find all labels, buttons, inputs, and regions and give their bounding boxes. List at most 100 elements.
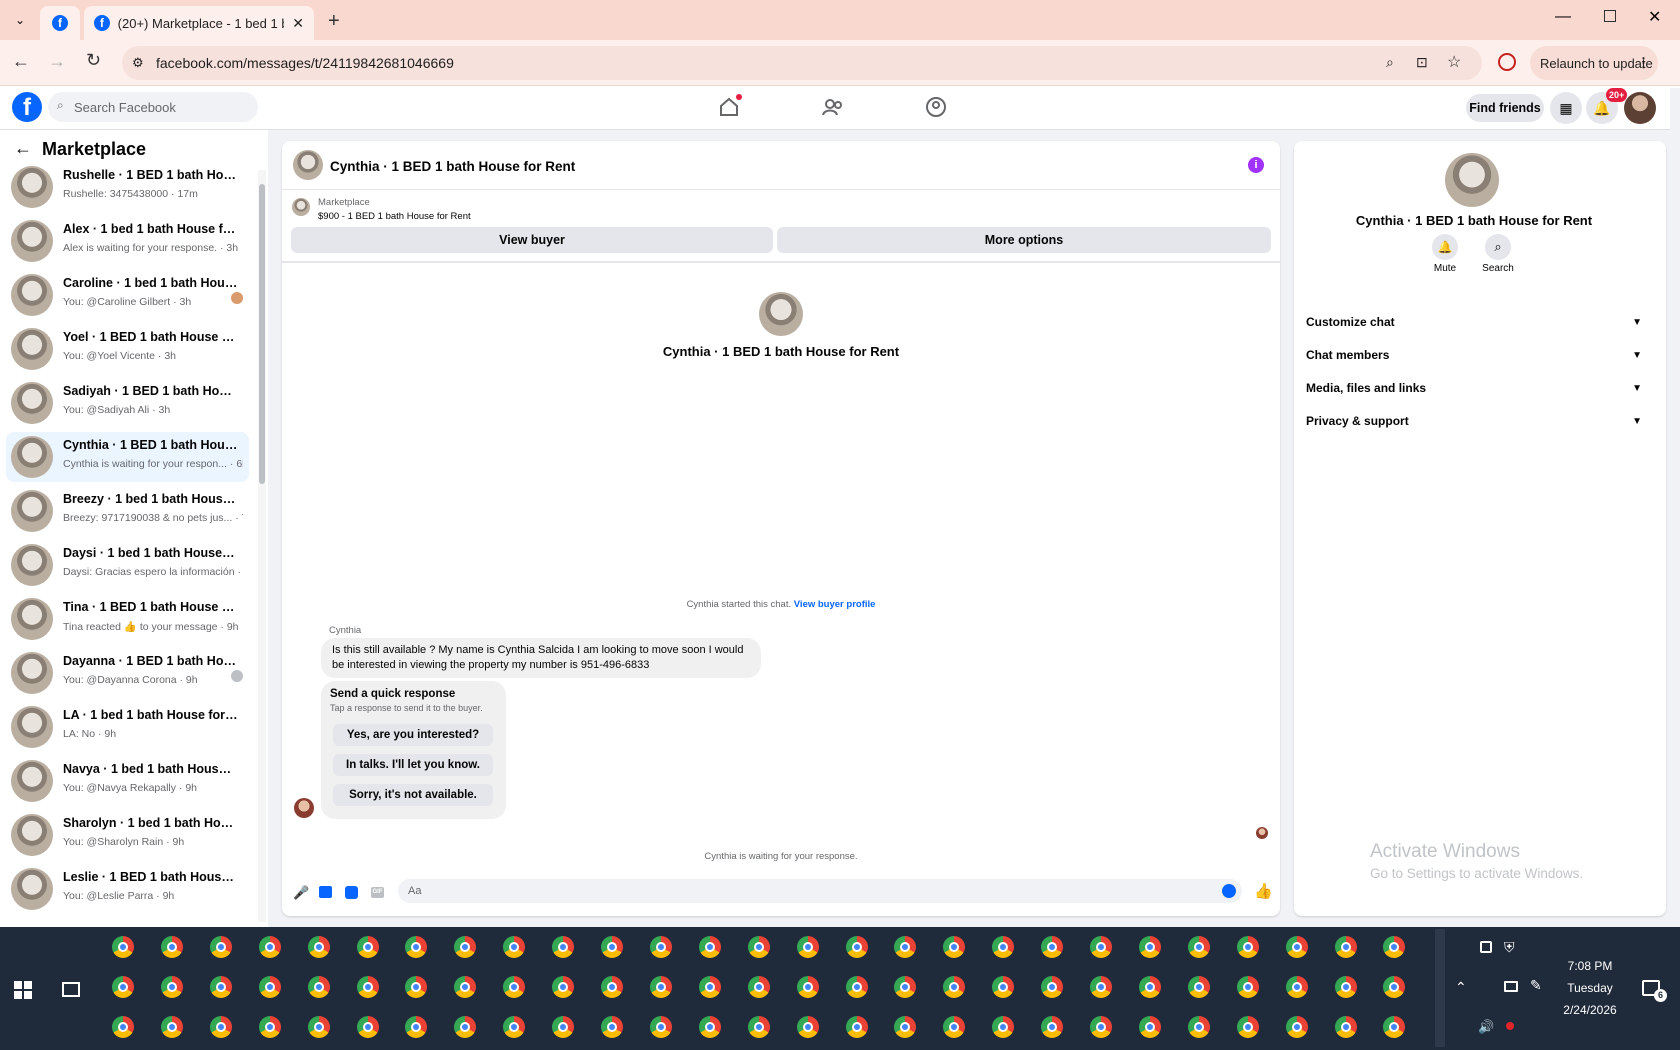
chrome-taskbar-icon[interactable]	[1285, 936, 1308, 958]
chrome-taskbar-icon[interactable]	[845, 936, 868, 958]
chrome-taskbar-icon[interactable]	[943, 1016, 966, 1038]
listing-price[interactable]: $900 - 1 BED 1 bath House for Rent	[318, 211, 471, 222]
chrome-taskbar-icon[interactable]	[258, 1016, 281, 1038]
chrome-taskbar-icon[interactable]	[405, 936, 428, 958]
minimize-button[interactable]: —	[1555, 8, 1571, 26]
chrome-taskbar-icon[interactable]	[1138, 1016, 1161, 1038]
clock-day[interactable]: Tuesday	[1550, 981, 1630, 995]
chrome-taskbar-icon[interactable]	[1090, 1016, 1112, 1038]
chrome-taskbar-icon[interactable]	[1334, 936, 1357, 958]
chrome-taskbar-icon[interactable]	[1090, 936, 1112, 958]
meet-now-icon[interactable]	[1480, 941, 1492, 953]
chrome-taskbar-icon[interactable]	[552, 936, 575, 958]
chat-header-avatar[interactable]	[293, 150, 323, 180]
chrome-taskbar-icon[interactable]	[1285, 1016, 1308, 1038]
conversation-item[interactable]: Yoel · 1 BED 1 bath House for Re... You: …	[6, 324, 249, 374]
chrome-taskbar-icon[interactable]	[1090, 976, 1112, 998]
chrome-taskbar-icon[interactable]	[405, 1016, 428, 1038]
more-options-button[interactable]: More options	[777, 227, 1271, 253]
account-avatar[interactable]	[1624, 92, 1656, 124]
chat-title[interactable]: Cynthia · 1 BED 1 bath House for Rent	[330, 159, 575, 174]
chrome-taskbar-icon[interactable]	[356, 1016, 379, 1038]
listing-thumbnail[interactable]	[292, 198, 310, 216]
profile-icon[interactable]	[1498, 53, 1516, 71]
chrome-taskbar-icon[interactable]	[1041, 1016, 1064, 1038]
windows-start-icon[interactable]	[14, 981, 32, 999]
clock-date[interactable]: 2/24/2026	[1550, 1003, 1630, 1017]
chrome-taskbar-icon[interactable]	[503, 1016, 526, 1038]
search-chat-button[interactable]: ⌕	[1485, 234, 1511, 260]
bookmark-star-icon[interactable]: ☆	[1447, 52, 1461, 72]
chrome-taskbar-icon[interactable]	[112, 976, 134, 998]
chrome-taskbar-icon[interactable]	[992, 976, 1015, 998]
conversation-item[interactable]: Caroline · 1 bed 1 bath House... You: @Ca…	[6, 270, 249, 320]
photo-icon[interactable]	[319, 886, 332, 898]
details-section-row[interactable]: Chat members ▼	[1306, 340, 1642, 370]
chrome-taskbar-icon[interactable]	[160, 936, 183, 958]
chrome-taskbar-icon[interactable]	[112, 1016, 134, 1038]
chrome-taskbar-icon[interactable]	[894, 936, 917, 958]
chrome-taskbar-icon[interactable]	[454, 936, 477, 958]
chrome-taskbar-icon[interactable]	[1138, 936, 1161, 958]
microphone-icon[interactable]: 🎤	[293, 885, 309, 901]
volume-icon[interactable]: 🔊	[1478, 1019, 1494, 1035]
chrome-taskbar-icon[interactable]	[894, 976, 917, 998]
chrome-taskbar-icon[interactable]	[307, 1016, 330, 1038]
profile-nav-icon[interactable]	[925, 96, 947, 118]
security-shield-icon[interactable]: ⛨	[1504, 939, 1515, 956]
chrome-taskbar-icon[interactable]	[992, 936, 1015, 958]
message-bubble[interactable]: Is this still available ? My name is Cyn…	[321, 638, 761, 678]
chrome-taskbar-icon[interactable]	[258, 936, 281, 958]
mute-button[interactable]: 🔔	[1432, 234, 1458, 260]
chrome-taskbar-icon[interactable]	[209, 976, 232, 998]
chrome-taskbar-icon[interactable]	[796, 1016, 819, 1038]
home-nav-icon[interactable]	[718, 94, 742, 118]
list-scrollbar-thumb[interactable]	[259, 184, 265, 484]
chrome-taskbar-icon[interactable]	[747, 1016, 770, 1038]
chrome-taskbar-icon[interactable]	[698, 976, 721, 998]
conversation-item[interactable]: Breezy · 1 bed 1 bath House for ... Breez…	[6, 486, 249, 536]
chrome-taskbar-icon[interactable]	[601, 1016, 623, 1038]
chrome-taskbar-icon[interactable]	[845, 976, 868, 998]
chrome-taskbar-icon[interactable]	[943, 976, 966, 998]
conversation-item[interactable]: LA · 1 bed 1 bath House for rent LA: No ·…	[6, 702, 249, 752]
chrome-taskbar-icon[interactable]	[1041, 976, 1064, 998]
quick-response-in-talks[interactable]: In talks. I'll let you know.	[333, 754, 493, 776]
chrome-taskbar-icon[interactable]	[943, 936, 966, 958]
show-hidden-icons[interactable]: ⌃	[1455, 979, 1467, 996]
chrome-taskbar-icon[interactable]	[209, 936, 232, 958]
relaunch-button[interactable]: Relaunch to update ⋮	[1530, 46, 1658, 80]
chrome-taskbar-icon[interactable]	[1187, 976, 1210, 998]
taskbar-scrollbar[interactable]	[1435, 929, 1445, 1047]
chrome-taskbar-icon[interactable]	[503, 976, 526, 998]
sticker-icon[interactable]	[345, 886, 358, 899]
chrome-taskbar-icon[interactable]	[992, 1016, 1015, 1038]
chrome-taskbar-icon[interactable]	[1236, 976, 1259, 998]
chrome-taskbar-icon[interactable]	[1138, 976, 1161, 998]
quick-response-not-available[interactable]: Sorry, it's not available.	[333, 784, 493, 806]
friends-nav-icon[interactable]	[822, 96, 844, 118]
conversation-item[interactable]: Leslie · 1 BED 1 bath House for ... You: …	[6, 864, 249, 914]
chrome-taskbar-icon[interactable]	[1236, 1016, 1259, 1038]
chrome-taskbar-icon[interactable]	[209, 1016, 232, 1038]
message-input[interactable]: Aa	[398, 879, 1242, 903]
conversation-item[interactable]: Sharolyn · 1 bed 1 bath House f... You: @…	[6, 810, 249, 860]
chrome-taskbar-icon[interactable]	[649, 976, 672, 998]
tab-list-dropdown-icon[interactable]: ⌄	[10, 10, 30, 30]
chrome-taskbar-icon[interactable]	[1041, 936, 1064, 958]
reload-icon[interactable]: ↻	[86, 50, 101, 71]
find-friends-button[interactable]: Find friends	[1466, 94, 1544, 122]
chrome-taskbar-icon[interactable]	[1187, 1016, 1210, 1038]
details-section-row[interactable]: Customize chat ▼	[1306, 307, 1642, 337]
task-view-icon[interactable]	[62, 982, 80, 997]
chrome-taskbar-icon[interactable]	[698, 1016, 721, 1038]
chrome-taskbar-icon[interactable]	[1383, 976, 1406, 998]
view-buyer-profile-link[interactable]: View buyer profile	[794, 599, 876, 610]
chrome-taskbar-icon[interactable]	[649, 1016, 672, 1038]
chrome-taskbar-icon[interactable]	[1187, 936, 1210, 958]
clock-time[interactable]: 7:08 PM	[1550, 959, 1630, 973]
emoji-icon[interactable]	[1222, 884, 1236, 898]
chrome-taskbar-icon[interactable]	[796, 936, 819, 958]
facebook-search-input[interactable]: ⌕ Search Facebook	[48, 92, 258, 122]
chrome-taskbar-icon[interactable]	[796, 976, 819, 998]
